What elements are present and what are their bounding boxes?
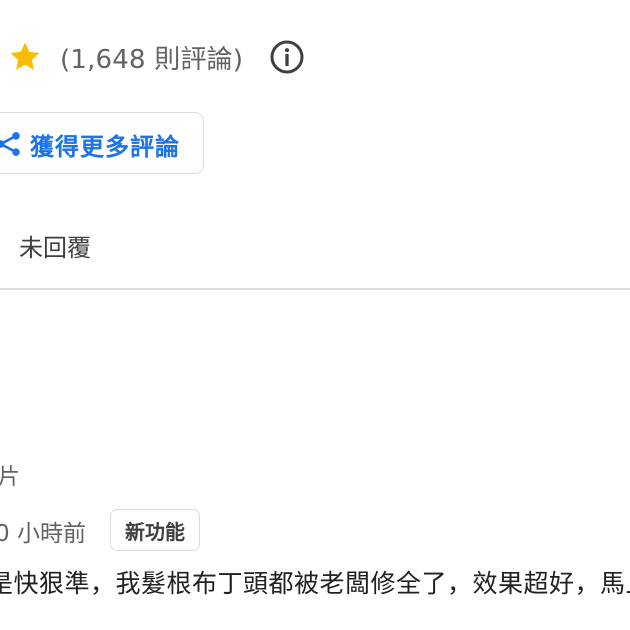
star-icon	[10, 42, 40, 70]
review-time: 0 小時前	[0, 521, 86, 547]
new-feature-badge: 新功能	[110, 509, 200, 551]
tab-unreplied[interactable]: 未回覆	[19, 228, 91, 263]
get-more-reviews-label: 獲得更多評論	[30, 133, 180, 161]
share-icon	[0, 132, 20, 156]
get-more-reviews-button[interactable]: 獲得更多評論	[0, 112, 204, 174]
review-text: 是快狠準，我髮根布丁頭都被老闆修全了，效果超好，馬上	[0, 569, 630, 598]
review-count: (1,648 則評論)	[60, 44, 244, 75]
tab-divider	[0, 288, 630, 290]
info-icon[interactable]	[269, 39, 305, 75]
rating-summary: (1,648 則評論)	[8, 35, 305, 79]
review-photos-count: 片	[0, 465, 21, 490]
reviews-panel: (1,648 則評論) 獲得更多評論 未回覆 片 0 小時前 新功能 是快狠準，…	[0, 0, 630, 630]
